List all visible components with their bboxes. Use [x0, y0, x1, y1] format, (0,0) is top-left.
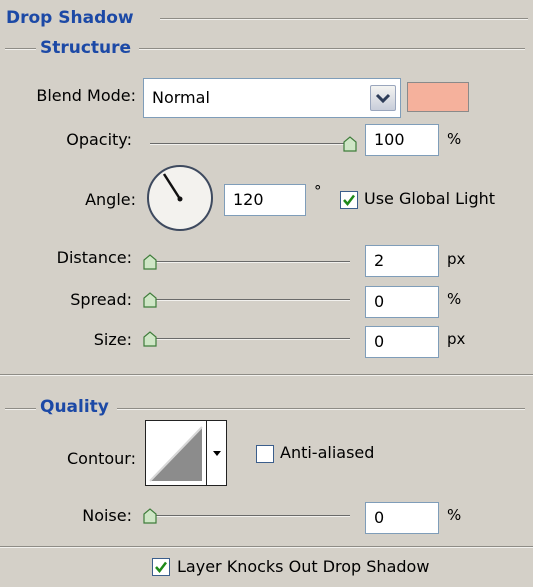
anti-aliased-label[interactable]: Anti-aliased	[280, 443, 374, 462]
structure-header: Structure	[36, 38, 140, 58]
layer-knocks-out-checkbox[interactable]	[152, 558, 170, 576]
distance-label: Distance:	[56, 248, 132, 267]
shadow-color-swatch[interactable]	[407, 82, 469, 112]
distance-slider-thumb[interactable]	[143, 254, 157, 270]
blend-mode-dropdown-button[interactable]	[370, 85, 396, 111]
size-slider-track[interactable]	[150, 338, 350, 340]
angle-dial[interactable]	[146, 164, 214, 232]
quality-header: Quality	[36, 397, 117, 417]
title-divider	[160, 18, 528, 20]
distance-unit: px	[447, 250, 466, 268]
section-separator	[0, 374, 533, 376]
panel-title: Drop Shadow	[6, 8, 142, 28]
use-global-light-checkbox[interactable]	[340, 191, 358, 209]
opacity-input[interactable]: 100	[365, 124, 439, 156]
spread-input[interactable]: 0	[365, 286, 439, 318]
size-slider-thumb[interactable]	[143, 331, 157, 347]
chevron-down-icon	[375, 93, 391, 104]
size-input[interactable]: 0	[365, 326, 439, 358]
size-label: Size:	[93, 330, 132, 349]
size-unit: px	[447, 330, 466, 348]
spread-slider-thumb[interactable]	[143, 292, 157, 308]
layer-knocks-out-label[interactable]: Layer Knocks Out Drop Shadow	[177, 557, 429, 576]
angle-label: Angle:	[85, 190, 136, 209]
opacity-unit: %	[447, 130, 462, 148]
contour-preview-icon	[149, 426, 203, 482]
blend-mode-select[interactable]: Normal	[143, 78, 401, 118]
noise-unit: %	[447, 506, 462, 524]
opacity-label: Opacity:	[66, 130, 132, 149]
noise-slider-thumb[interactable]	[143, 508, 157, 524]
spread-slider-track[interactable]	[150, 299, 350, 301]
noise-label: Noise:	[82, 506, 132, 525]
spread-unit: %	[447, 290, 462, 308]
contour-picker[interactable]	[145, 420, 227, 486]
angle-input[interactable]: 120	[224, 184, 306, 216]
checkmark-icon	[155, 561, 167, 573]
distance-input[interactable]: 2	[365, 245, 439, 277]
blend-mode-value: Normal	[152, 88, 210, 107]
noise-input[interactable]: 0	[365, 502, 439, 534]
footer-separator	[0, 546, 533, 548]
degree-symbol: °	[314, 182, 322, 200]
anti-aliased-checkbox[interactable]	[256, 445, 274, 463]
contour-label: Contour:	[67, 449, 136, 468]
use-global-light-label[interactable]: Use Global Light	[364, 189, 495, 208]
opacity-slider-track[interactable]	[150, 143, 350, 145]
noise-slider-track[interactable]	[150, 515, 350, 517]
contour-dropdown-arrow-icon[interactable]	[207, 421, 227, 485]
distance-slider-track[interactable]	[150, 261, 350, 263]
spread-label: Spread:	[70, 290, 132, 309]
opacity-slider-thumb[interactable]	[343, 136, 357, 152]
checkmark-icon	[343, 194, 355, 206]
blend-mode-label: Blend Mode:	[36, 86, 136, 105]
